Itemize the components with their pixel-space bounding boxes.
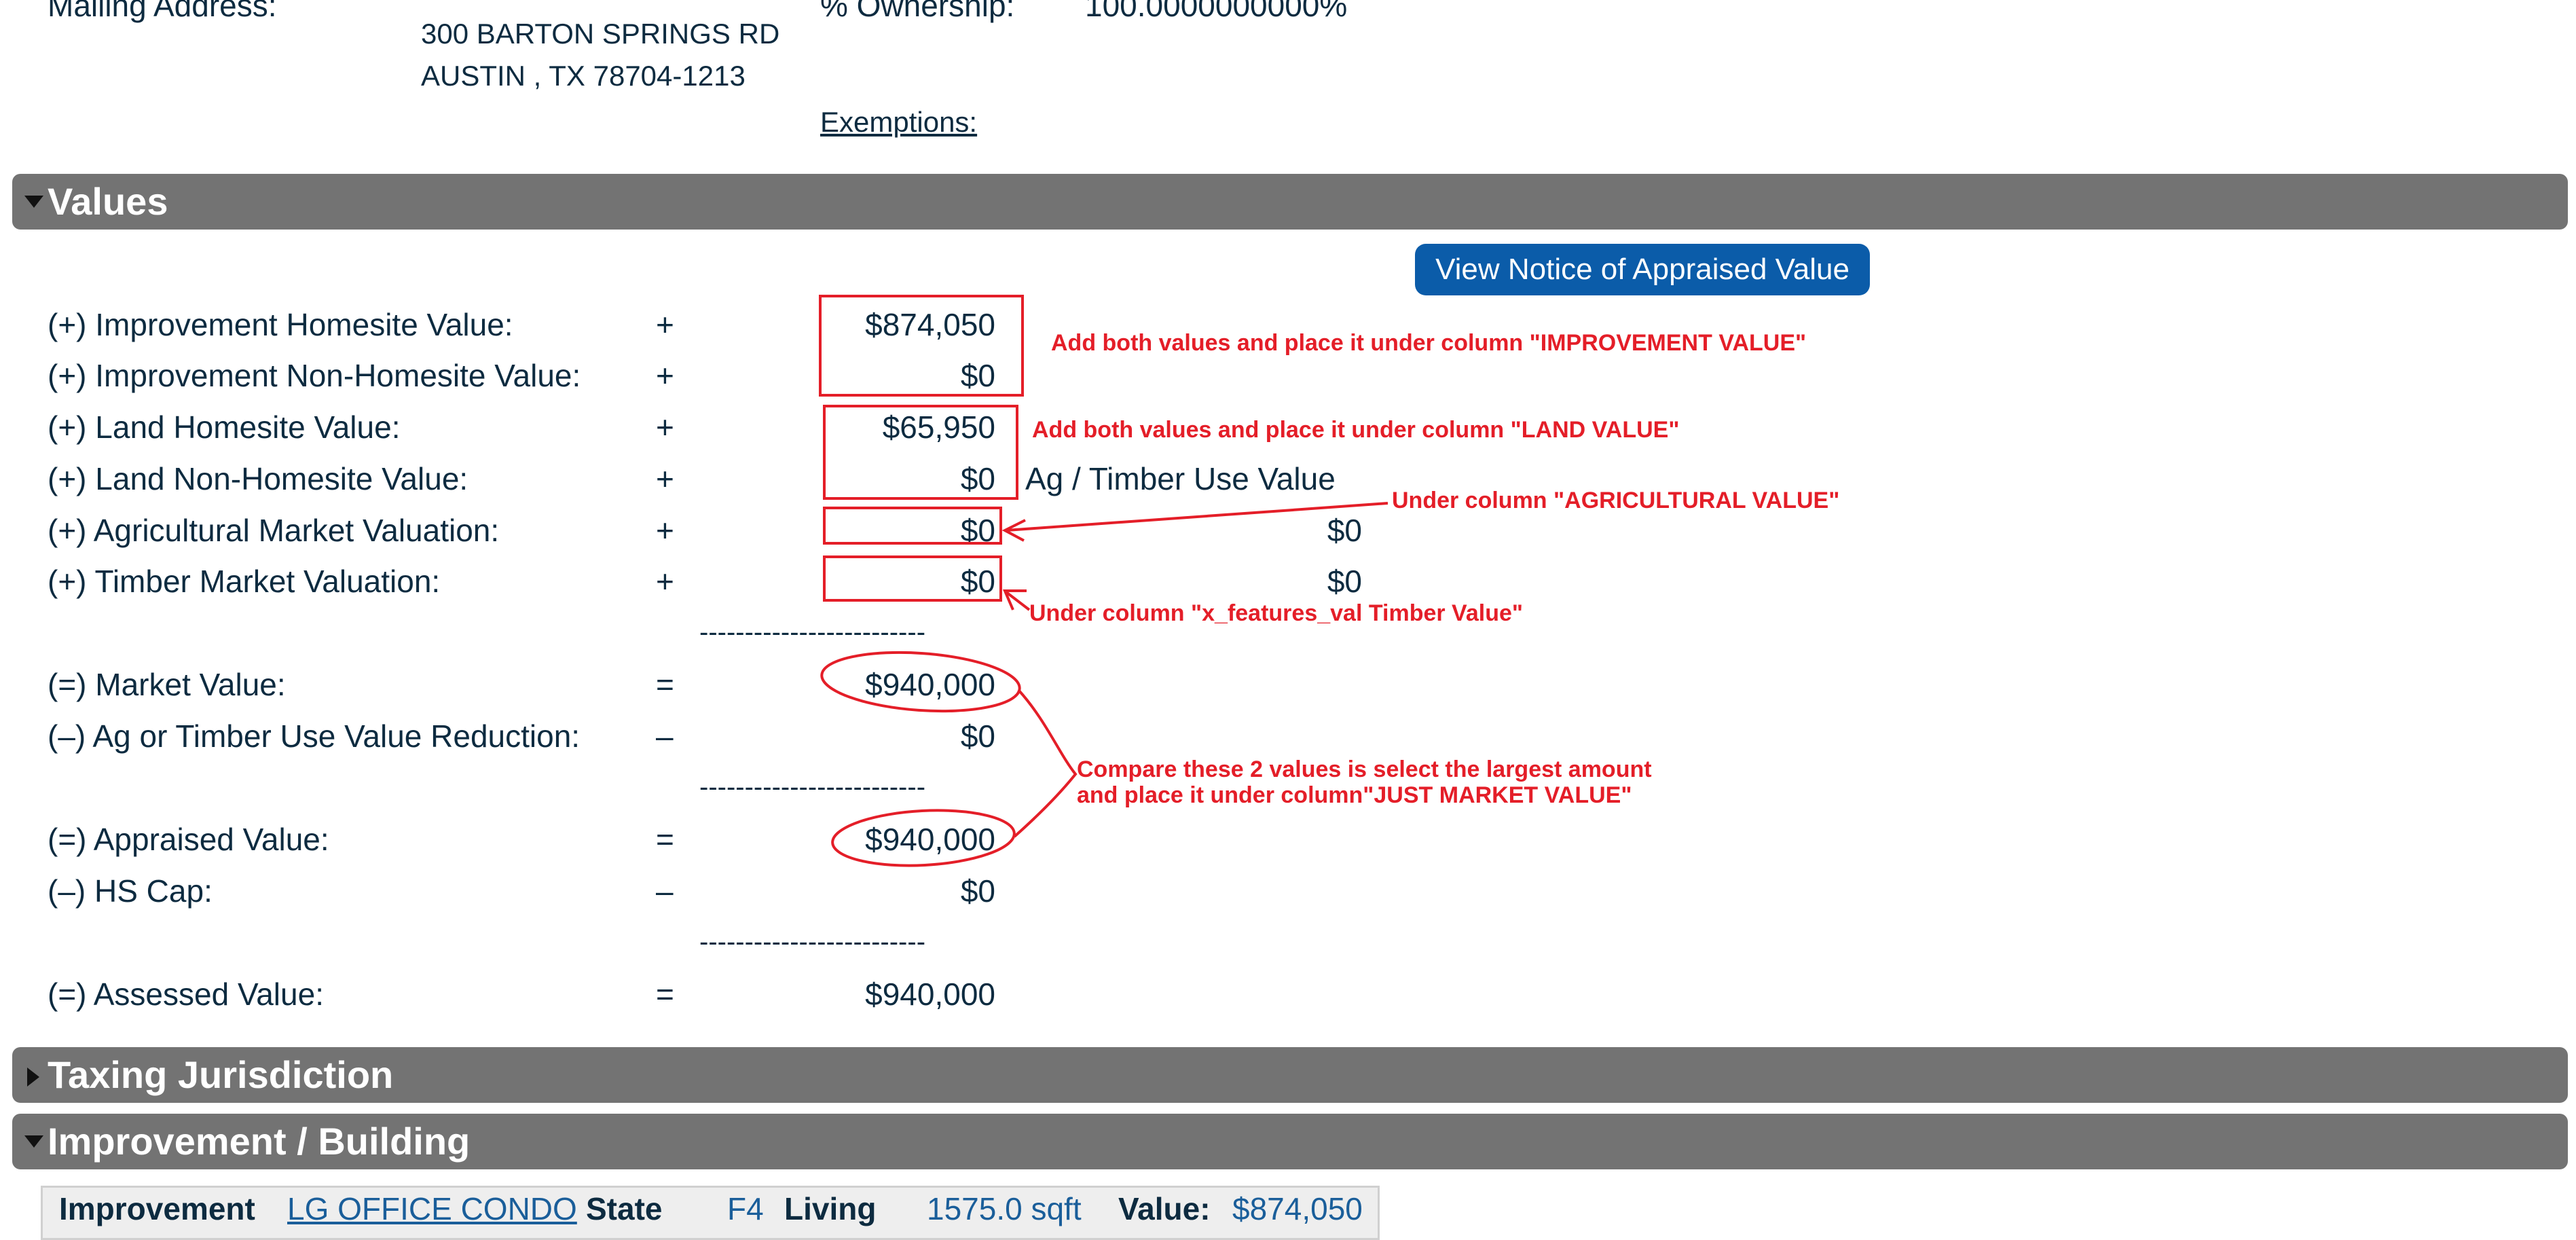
improvement-section-header[interactable]: Improvement / Building	[12, 1114, 2568, 1169]
taxing-section-header[interactable]: Taxing Jurisdiction	[12, 1047, 2568, 1103]
improvement-summary-bar: Improvement LG OFFICE CONDO State F4 Liv…	[41, 1186, 1380, 1240]
taxing-section-title: Taxing Jurisdiction	[48, 1053, 394, 1096]
caret-down-icon	[22, 1114, 49, 1169]
improvement-section-title: Improvement / Building	[48, 1120, 471, 1163]
caret-right-icon	[22, 1047, 49, 1103]
annotation-arrows	[820, 502, 1388, 867]
